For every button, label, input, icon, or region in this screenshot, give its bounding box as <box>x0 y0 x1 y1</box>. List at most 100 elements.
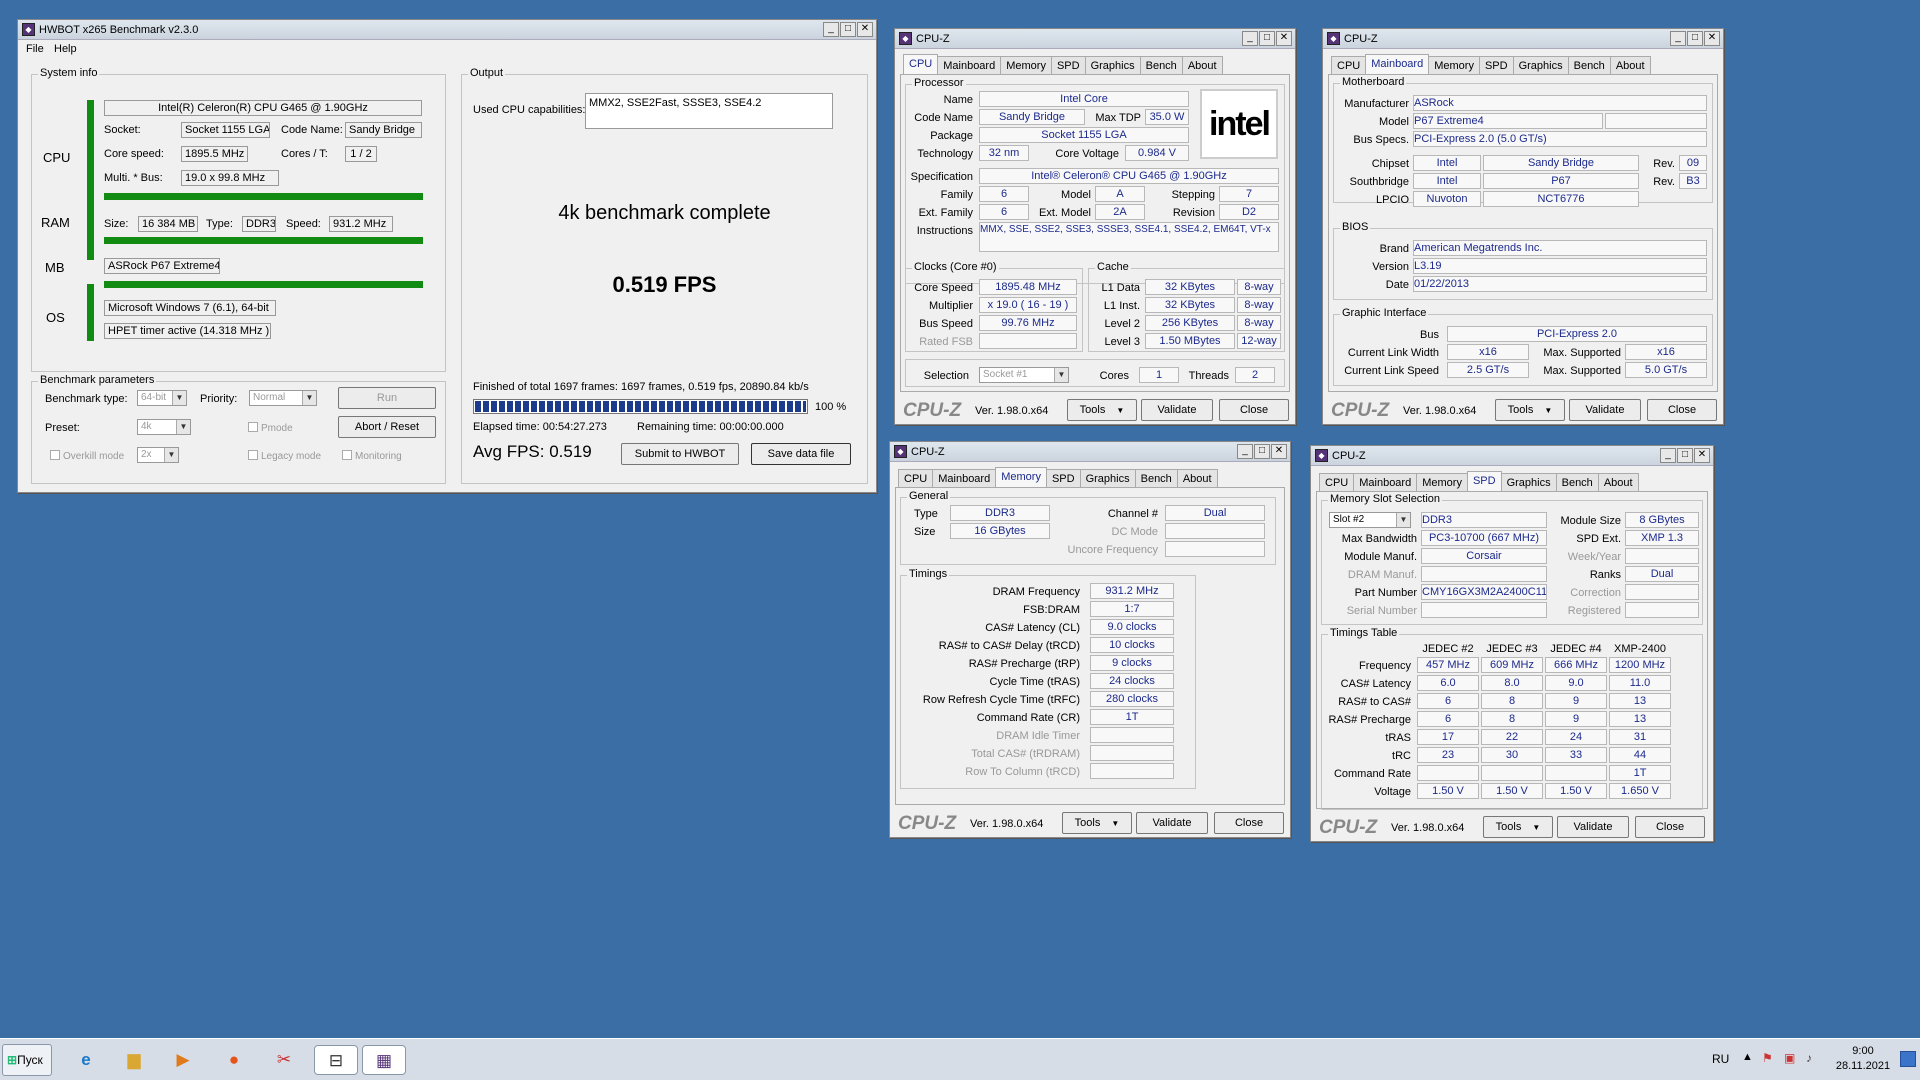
minimize-button[interactable]: _ <box>1237 444 1253 459</box>
maximize-button[interactable]: □ <box>840 22 856 37</box>
tab-memory[interactable]: Memory <box>1428 56 1480 74</box>
tray-volume-icon[interactable]: ♪ <box>1806 1051 1812 1065</box>
snipping-tool-icon[interactable]: ✂ <box>268 1045 300 1075</box>
cpuz-memory-window: ◆ CPU-Z _ □ ✕ CPU Mainboard Memory SPD Gra… <box>889 441 1291 838</box>
tab-mainboard[interactable]: Mainboard <box>1365 54 1430 74</box>
tools-button[interactable]: Tools ▼ <box>1495 399 1565 421</box>
close-window-button[interactable]: Close <box>1214 812 1284 834</box>
hwbot-taskbar-icon[interactable]: ⊟ <box>314 1045 358 1075</box>
tab-cpu[interactable]: CPU <box>903 54 939 74</box>
minimize-button[interactable]: _ <box>1670 31 1686 46</box>
overkill-select[interactable]: 2x ▼ <box>137 447 179 463</box>
tab-cpu[interactable]: CPU <box>898 469 934 487</box>
tab-graphics[interactable]: Graphics <box>1079 469 1136 487</box>
legacy-mode-checkbox[interactable]: Legacy mode <box>248 450 321 462</box>
close-button[interactable]: ✕ <box>857 22 873 37</box>
tab-spd[interactable]: SPD <box>1466 471 1502 491</box>
tab-spd[interactable]: SPD <box>1045 469 1081 487</box>
overkill-mode-checkbox[interactable]: Overkill mode <box>50 450 124 462</box>
maximize-button[interactable]: □ <box>1687 31 1703 46</box>
tab-bench[interactable]: Bench <box>1139 56 1183 74</box>
tab-mainboard[interactable]: Mainboard <box>937 56 1002 74</box>
tab-mainboard[interactable]: Mainboard <box>1353 473 1418 491</box>
maximize-button[interactable]: □ <box>1254 444 1270 459</box>
clock-date[interactable]: 28.11.2021 <box>1828 1060 1898 1072</box>
validate-button[interactable]: Validate <box>1136 812 1208 834</box>
tab-spd[interactable]: SPD <box>1050 56 1086 74</box>
cpuz-titlebar[interactable]: ◆ CPU-Z _ □ ✕ <box>1311 446 1713 466</box>
link-speed-value: 2.5 GT/s <box>1447 362 1529 378</box>
preset-select[interactable]: 4k ▼ <box>137 419 191 435</box>
close-button[interactable]: ✕ <box>1694 448 1710 463</box>
pmode-checkbox[interactable]: Pmode <box>248 422 293 434</box>
tab-bench[interactable]: Bench <box>1555 473 1599 491</box>
language-indicator[interactable]: RU <box>1712 1052 1729 1066</box>
tab-memory[interactable]: Memory <box>1416 473 1468 491</box>
tray-network-icon[interactable]: ▣ <box>1784 1051 1795 1065</box>
tray-expand-icon[interactable]: ▲ <box>1742 1051 1753 1063</box>
menu-help[interactable]: Help <box>54 43 77 55</box>
tab-about[interactable]: About <box>1176 469 1218 487</box>
start-button[interactable]: ⊞Пуск <box>2 1044 52 1076</box>
slot-select[interactable]: Slot #2 ▼ <box>1329 512 1411 528</box>
hwbot-titlebar[interactable]: ◆ HWBOT x265 Benchmark v2.3.0 _ □ ✕ <box>18 20 876 40</box>
tab-bench[interactable]: Bench <box>1134 469 1178 487</box>
save-data-file-button[interactable]: Save data file <box>751 443 851 465</box>
tab-bench[interactable]: Bench <box>1567 56 1611 74</box>
tab-cpu[interactable]: CPU <box>1331 56 1367 74</box>
cpuz-taskbar-icon[interactable]: ▦ <box>362 1045 406 1075</box>
date-label: Date <box>1385 279 1409 291</box>
tab-about[interactable]: About <box>1181 56 1223 74</box>
close-button[interactable]: ✕ <box>1704 31 1720 46</box>
clock-time[interactable]: 9:00 <box>1828 1045 1898 1057</box>
tray-flag-icon[interactable]: ⚑ <box>1762 1051 1773 1065</box>
tab-about[interactable]: About <box>1597 473 1639 491</box>
show-desktop-button[interactable] <box>1900 1051 1916 1067</box>
minimize-button[interactable]: _ <box>1242 31 1258 46</box>
tab-spd[interactable]: SPD <box>1478 56 1514 74</box>
tools-button[interactable]: Tools ▼ <box>1067 399 1137 421</box>
monitoring-checkbox[interactable]: Monitoring <box>342 450 402 462</box>
cpuz-titlebar[interactable]: ◆ CPU-Z _ □ ✕ <box>890 442 1290 462</box>
minimize-button[interactable]: _ <box>1660 448 1676 463</box>
run-button[interactable]: Run <box>338 387 436 409</box>
chipset-vendor: Intel <box>1413 155 1481 171</box>
tab-graphics[interactable]: Graphics <box>1500 473 1557 491</box>
validate-button[interactable]: Validate <box>1557 816 1629 838</box>
tab-graphics[interactable]: Graphics <box>1084 56 1141 74</box>
socket-select[interactable]: Socket #1 ▼ <box>979 367 1069 383</box>
tab-memory[interactable]: Memory <box>1000 56 1052 74</box>
close-window-button[interactable]: Close <box>1219 399 1289 421</box>
firefox-icon[interactable]: ● <box>218 1045 250 1075</box>
media-player-icon[interactable]: ▶ <box>167 1045 199 1075</box>
tools-button[interactable]: Tools ▼ <box>1483 816 1553 838</box>
timings-cell: 9 <box>1545 693 1607 709</box>
cpuz-titlebar[interactable]: ◆ CPU-Z _ □ ✕ <box>895 29 1295 49</box>
validate-button[interactable]: Validate <box>1141 399 1213 421</box>
tab-cpu[interactable]: CPU <box>1319 473 1355 491</box>
abort-reset-button[interactable]: Abort / Reset <box>338 416 436 438</box>
tab-graphics[interactable]: Graphics <box>1512 56 1569 74</box>
taskbar: ⊞Пуск e ▆ ▶ ● ✂ ⊟ ▦ RU ▲ ⚑ ▣ ♪ 9:00 28.1… <box>0 1038 1920 1080</box>
tab-memory[interactable]: Memory <box>995 467 1047 487</box>
close-button[interactable]: ✕ <box>1276 31 1292 46</box>
tools-button[interactable]: Tools ▼ <box>1062 812 1132 834</box>
close-window-button[interactable]: Close <box>1635 816 1705 838</box>
cpuz-titlebar[interactable]: ◆ CPU-Z _ □ ✕ <box>1323 29 1723 49</box>
folder-icon[interactable]: ▆ <box>118 1045 150 1075</box>
model-label: Model <box>1061 189 1091 201</box>
close-button[interactable]: ✕ <box>1271 444 1287 459</box>
menu-file[interactable]: File <box>26 43 44 55</box>
validate-button[interactable]: Validate <box>1569 399 1641 421</box>
close-window-button[interactable]: Close <box>1647 399 1717 421</box>
tab-mainboard[interactable]: Mainboard <box>932 469 997 487</box>
preset-label: Preset: <box>45 422 80 434</box>
maximize-button[interactable]: □ <box>1259 31 1275 46</box>
maximize-button[interactable]: □ <box>1677 448 1693 463</box>
benchmark-type-select[interactable]: 64-bit ▼ <box>137 390 187 406</box>
minimize-button[interactable]: _ <box>823 22 839 37</box>
tab-about[interactable]: About <box>1609 56 1651 74</box>
submit-hwbot-button[interactable]: Submit to HWBOT <box>621 443 739 465</box>
priority-select[interactable]: Normal ▼ <box>249 390 317 406</box>
ie-icon[interactable]: e <box>70 1045 102 1075</box>
